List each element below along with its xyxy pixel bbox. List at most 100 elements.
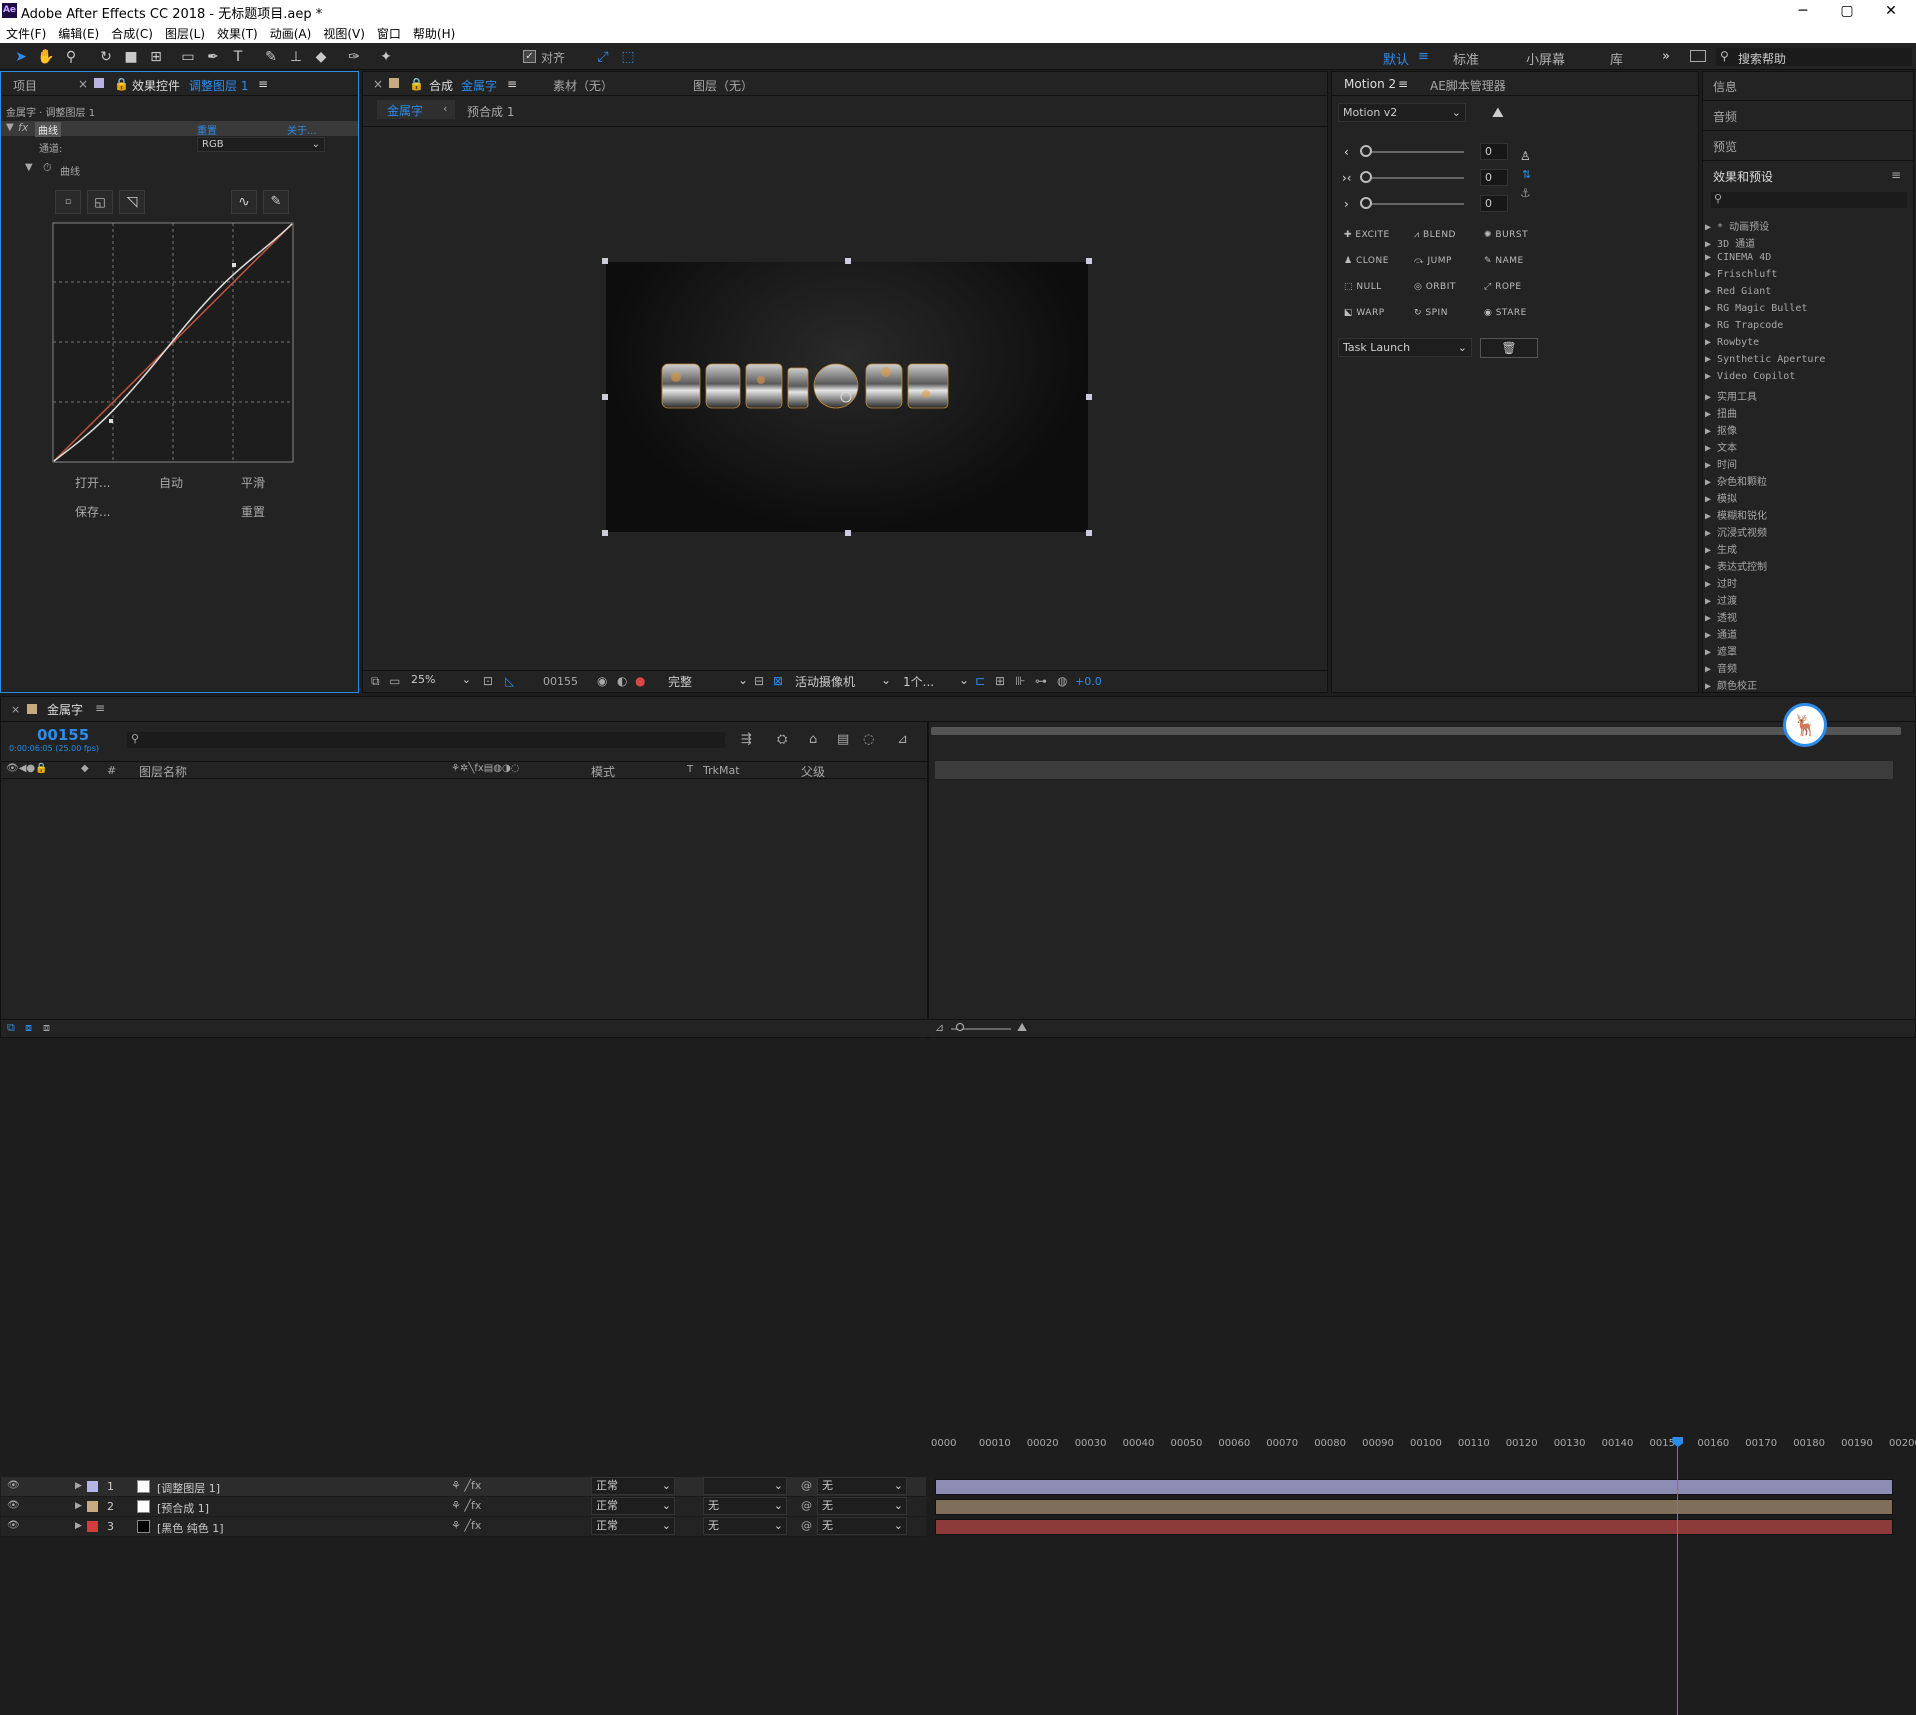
- menu-layer[interactable]: 图层(L): [159, 22, 211, 43]
- close-icon[interactable]: ×: [78, 77, 88, 91]
- toggle-pixel-aspect-icon[interactable]: ⊏: [975, 674, 985, 688]
- expand-in-out-icon[interactable]: ⧈: [43, 1021, 50, 1035]
- twirl-arrow-icon[interactable]: ▶: [75, 1501, 82, 1511]
- layer-name[interactable]: [预合成 1]: [157, 1500, 209, 1516]
- layer-duration-bar[interactable]: [935, 1499, 1893, 1515]
- rectangle-tool-icon[interactable]: ▭: [177, 47, 199, 67]
- name-button[interactable]: ✎ NAME: [1484, 256, 1524, 266]
- maximize-button[interactable]: ▢: [1824, 0, 1870, 22]
- ease-in-slider[interactable]: [1364, 151, 1464, 153]
- pick-whip-icon[interactable]: @: [801, 1479, 812, 1492]
- effect-category[interactable]: ▶ 生成: [1705, 541, 1737, 556]
- eye-icon[interactable]: 👁: [7, 1480, 20, 1491]
- zoom-in-icon[interactable]: ⛰: [1017, 1020, 1027, 1035]
- effect-category[interactable]: ▶ RG Trapcode: [1705, 320, 1783, 331]
- pick-whip-icon[interactable]: @: [801, 1499, 812, 1512]
- ease-both-knob[interactable]: [1360, 171, 1372, 183]
- tab-footage[interactable]: 素材（无）: [553, 77, 613, 94]
- timeline-toggle-icon[interactable]: ⊪: [1015, 674, 1025, 688]
- layer-trkmat-dropdown[interactable]: 无 ⌄: [703, 1497, 787, 1515]
- transform-handle[interactable]: [602, 394, 608, 400]
- effects-presets-title[interactable]: 效果和预设: [1713, 168, 1773, 185]
- motion-blur-icon[interactable]: ◌: [863, 732, 874, 747]
- rotate-tool-icon[interactable]: ↻: [95, 47, 117, 67]
- views-dropdown[interactable]: 1个... ⌄: [903, 673, 969, 690]
- puppet-tool-icon[interactable]: ✦: [375, 47, 397, 67]
- effect-category[interactable]: ▶ 表达式控制: [1705, 558, 1767, 573]
- anchor-bottom-icon[interactable]: ⚓: [1520, 186, 1531, 200]
- lock-icon[interactable]: 🔒: [114, 77, 129, 91]
- layer-trkmat-dropdown[interactable]: 无 ⌄: [703, 1517, 787, 1535]
- panel-menu-icon[interactable]: ≡: [1398, 77, 1408, 91]
- menu-animation[interactable]: 动画(A): [264, 22, 318, 43]
- column-layer-name[interactable]: 图层名称: [139, 763, 187, 780]
- flowchart-precomp[interactable]: 预合成 1: [467, 103, 514, 120]
- draft-3d-icon[interactable]: ⛭: [777, 732, 787, 747]
- stare-button[interactable]: ◉ STARE: [1484, 308, 1527, 318]
- pan-behind-tool-icon[interactable]: ⊞: [145, 47, 167, 67]
- menu-edit[interactable]: 编辑(E): [52, 22, 105, 43]
- effect-category[interactable]: ▶ 透视: [1705, 609, 1737, 624]
- spin-button[interactable]: ↻ SPIN: [1414, 308, 1448, 318]
- effect-category[interactable]: ▶ Red Giant: [1705, 286, 1771, 297]
- effect-category[interactable]: ▶ 时间: [1705, 456, 1737, 471]
- menu-composition[interactable]: 合成(C): [105, 22, 159, 43]
- effect-category[interactable]: ▶ RG Magic Bullet: [1705, 303, 1807, 314]
- expand-transfer-controls-icon[interactable]: ⧇: [25, 1021, 32, 1035]
- tab-composition-name[interactable]: 金属字: [461, 77, 497, 94]
- snapshot-camera-icon[interactable]: ◉: [597, 674, 607, 688]
- layer-duration-bar[interactable]: [935, 1519, 1893, 1535]
- monitor-icon[interactable]: ▭: [389, 674, 400, 688]
- transform-handle[interactable]: [1086, 258, 1092, 264]
- clone-button[interactable]: ♟ CLONE: [1344, 256, 1389, 266]
- task-dropdown[interactable]: Task Launch ⌄: [1338, 338, 1472, 357]
- workspace-default[interactable]: 默认: [1383, 49, 1409, 68]
- layer-parent-dropdown[interactable]: 无 ⌄: [817, 1477, 907, 1495]
- eye-icon[interactable]: 👁: [7, 1500, 20, 1511]
- layer-search-field[interactable]: ⚲: [127, 732, 725, 748]
- flowchart-icon[interactable]: ⊶: [1035, 674, 1047, 688]
- camera-dropdown[interactable]: 活动摄像机 ⌄: [795, 673, 891, 690]
- effect-category[interactable]: ▶ Synthetic Aperture: [1705, 354, 1825, 365]
- work-area-range[interactable]: [935, 761, 1893, 779]
- magnify-toggle-icon[interactable]: ⧉: [371, 674, 380, 689]
- playhead[interactable]: [1672, 1437, 1684, 1715]
- excite-button[interactable]: ✚ EXCITE: [1344, 230, 1390, 240]
- curves-auto-button[interactable]: 自动: [159, 474, 183, 491]
- curves-reset-button[interactable]: 重置: [241, 503, 265, 520]
- graph-editor-icon[interactable]: ⊿: [897, 732, 908, 747]
- ease-out-slider[interactable]: [1364, 203, 1464, 205]
- workspace-small-screen[interactable]: 小屏幕: [1526, 49, 1565, 68]
- effect-category[interactable]: ▶ 过时: [1705, 575, 1737, 590]
- tab-script-manager[interactable]: AE脚本管理器: [1430, 77, 1506, 94]
- effect-category[interactable]: ▶ 扭曲: [1705, 405, 1737, 420]
- transform-handle[interactable]: [602, 258, 608, 264]
- effect-category[interactable]: ▶ * 动画预设: [1705, 218, 1769, 233]
- exposure-value[interactable]: +0.0: [1075, 675, 1102, 688]
- effect-category[interactable]: ▶ 杂色和颗粒: [1705, 473, 1767, 488]
- menu-file[interactable]: 文件(F): [0, 22, 52, 43]
- trash-icon[interactable]: 🗑: [1480, 338, 1538, 358]
- label-color-swatch[interactable]: [87, 1521, 98, 1532]
- resolution-dropdown[interactable]: 完整 ⌄: [668, 673, 748, 690]
- text-tool-icon[interactable]: T: [227, 47, 249, 67]
- audio-panel-tab[interactable]: 音频: [1713, 108, 1737, 125]
- jump-button[interactable]: ⤼ JUMP: [1414, 256, 1452, 266]
- layer-mode-dropdown[interactable]: 正常 ⌄: [591, 1517, 675, 1535]
- layer-bounding-box[interactable]: [602, 258, 1092, 536]
- transform-handle[interactable]: [845, 530, 851, 536]
- fast-preview-icon[interactable]: ⊞: [995, 674, 1005, 688]
- zoom-dropdown[interactable]: 25% ⌄: [411, 673, 473, 690]
- effects-search-field[interactable]: ⚲: [1711, 192, 1907, 208]
- ease-in-value[interactable]: 0: [1480, 143, 1508, 160]
- layer-mode-dropdown[interactable]: 正常 ⌄: [591, 1477, 675, 1495]
- effect-category[interactable]: ▶ 文本: [1705, 439, 1737, 454]
- effect-category[interactable]: ▶ 通道: [1705, 626, 1737, 641]
- ease-both-value[interactable]: 0: [1480, 169, 1508, 186]
- menu-view[interactable]: 视图(V): [317, 22, 371, 43]
- snap-options-icon[interactable]: ⬚: [617, 47, 639, 67]
- transparency-grid-icon[interactable]: ◺: [505, 674, 514, 688]
- menu-effect[interactable]: 效果(T): [211, 22, 264, 43]
- selection-tool-icon[interactable]: ➤: [10, 47, 32, 67]
- zoom-out-icon[interactable]: ⊿: [935, 1021, 944, 1034]
